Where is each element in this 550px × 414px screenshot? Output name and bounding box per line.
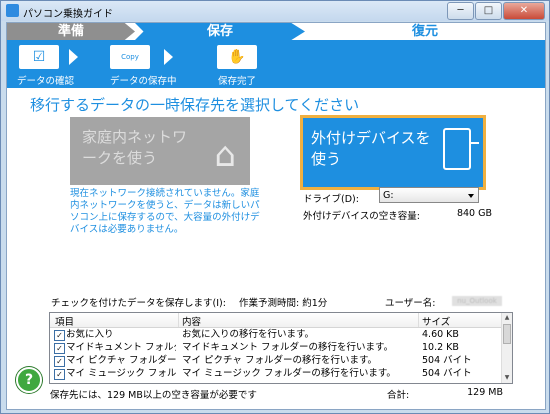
total-value: 129 MB (467, 387, 503, 398)
window-controls: ─ □ ✕ (446, 2, 545, 20)
external-device-option[interactable]: 外付けデバイスを使う (300, 115, 486, 190)
maximize-button[interactable]: □ (475, 2, 502, 20)
required-space-message: 保存先には、129 MB以上の空き容量が必要です (50, 390, 257, 401)
wizard-steps: 準備 保存 復元 ☑ Copy ✋ データの確認 データの保存中 保存完了 (7, 23, 545, 88)
home-network-option[interactable]: 家庭内ネットワークを使う ⌂ (70, 117, 250, 185)
list-item[interactable]: ✓ マイドキュメント フォルダー マイドキュメント フォルダーの移行を行います。… (50, 341, 502, 354)
step-bar: 準備 保存 復元 (7, 23, 545, 40)
checkbox[interactable]: ✓ (54, 343, 65, 354)
free-space-label: 外付けデバイスの空き容量: (303, 211, 420, 222)
estimated-time: 作業予測時間: 約1分 (239, 298, 328, 309)
cable-icon (469, 142, 479, 144)
step-save: 保存 (135, 23, 305, 40)
list-header: 項目 内容 サイズ (50, 313, 502, 328)
close-button[interactable]: ✕ (503, 2, 545, 20)
free-space-value: 840 GB (456, 208, 492, 219)
substep-label-saving: データの保存中 (110, 76, 177, 87)
house-icon: ⌂ (214, 135, 236, 175)
column-item[interactable]: 項目 (55, 314, 74, 328)
total-label: 合計: (387, 390, 410, 401)
column-size[interactable]: サイズ (422, 314, 450, 328)
app-window: パソコン乗換ガイド ─ □ ✕ 準備 保存 復元 ☑ Copy ✋ データの確認… (0, 0, 550, 414)
external-device-label: 外付けデバイスを使う (311, 129, 431, 168)
list-item[interactable]: ✓ お気に入り お気に入りの移行を行います。 4.60 KB (50, 328, 502, 341)
user-name-value: nu_Outlook (452, 296, 502, 306)
page-heading: 移行するデータの一時保存先を選択してください (30, 96, 360, 114)
column-content[interactable]: 内容 (182, 314, 201, 328)
substep-label-done: 保存完了 (218, 76, 257, 87)
home-network-label: 家庭内ネットワークを使う (82, 128, 188, 167)
copy-icon: Copy (110, 45, 150, 69)
window-title: パソコン乗換ガイド (23, 9, 113, 20)
arrow-icon (69, 49, 78, 65)
app-icon (6, 4, 19, 17)
substeps: ☑ Copy ✋ データの確認 データの保存中 保存完了 (7, 40, 545, 88)
scroll-up-icon[interactable]: ▲ (502, 313, 512, 323)
main-content: 準備 保存 復元 ☑ Copy ✋ データの確認 データの保存中 保存完了 移行… (6, 22, 546, 410)
data-list[interactable]: 項目 内容 サイズ ✓ お気に入り お気に入りの移行を行います。 4.60 KB… (49, 312, 513, 384)
arrow-icon (164, 49, 173, 65)
list-item[interactable]: ✓ マイ ミュージック フォルダー マイ ミュージック フォルダーの移行を行いま… (50, 367, 502, 380)
minimize-button[interactable]: ─ (447, 2, 474, 20)
checkbox[interactable]: ✓ (54, 330, 65, 341)
scroll-down-icon[interactable]: ▼ (502, 373, 512, 383)
save-checked-label: チェックを付けたデータを保存します(I): (51, 298, 226, 309)
scroll-thumb[interactable] (503, 324, 511, 344)
list-item[interactable]: ✓ マイ ピクチャ フォルダー マイ ピクチャ フォルダーの移行を行います。 5… (50, 354, 502, 367)
chevron-down-icon (468, 194, 474, 198)
drive-label: ドライブ(D): (303, 194, 359, 205)
title-bar: パソコン乗換ガイド ─ □ ✕ (1, 1, 549, 21)
checklist-icon: ☑ (19, 45, 59, 69)
step-prepare: 準備 (7, 23, 135, 40)
checkbox[interactable]: ✓ (54, 356, 65, 367)
drive-select-value: G: (383, 190, 394, 201)
step-restore: 復元 (305, 23, 545, 40)
substep-label-check: データの確認 (17, 76, 75, 87)
drive-select[interactable]: G: (379, 187, 479, 203)
help-button[interactable]: ? (16, 367, 42, 393)
vertical-scrollbar[interactable]: ▲ ▼ (501, 313, 512, 383)
handshake-icon: ✋ (217, 45, 257, 69)
external-drive-icon (443, 128, 471, 170)
checkbox[interactable]: ✓ (54, 369, 65, 380)
user-name-label: ユーザー名: (385, 298, 436, 309)
network-description: 現在ネットワーク接続されていません。家庭内ネットワークを使うと、データは新しいパ… (70, 188, 260, 235)
